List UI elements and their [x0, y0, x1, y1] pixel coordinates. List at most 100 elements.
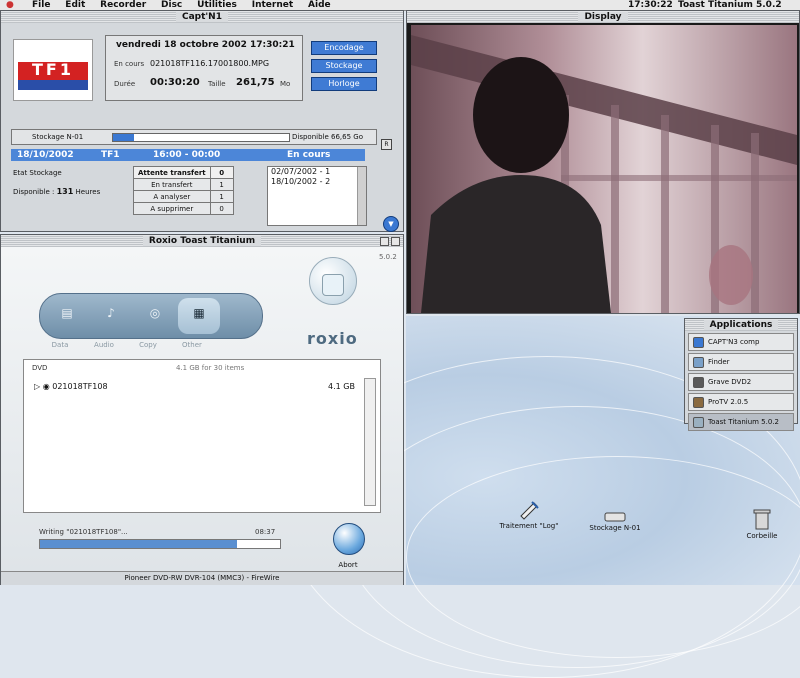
apple-menu-icon[interactable]: ● — [6, 0, 14, 10]
transfer-count: 0 — [209, 166, 234, 179]
menu-aide[interactable]: Aide — [308, 0, 331, 10]
disc-summary: 4.1 GB for 30 items — [176, 364, 245, 372]
desktop-icon-label: Corbeille — [746, 532, 778, 540]
transfer-label: Attente transfert — [133, 166, 211, 179]
toast-mode-tabs: ▤ ♪ ◎ ▦ — [39, 293, 263, 339]
horloge-button[interactable]: Horloge — [311, 77, 377, 91]
transfer-count: 1 — [209, 178, 234, 191]
app-item-label: Finder — [708, 358, 730, 366]
app-item-label: CAPT'N3 comp — [708, 338, 760, 346]
toast-icon — [693, 416, 704, 428]
app-item-label: Toast Titanium 5.0.2 — [708, 418, 779, 426]
schedule-channel: TF1 — [101, 150, 120, 160]
application-icon — [693, 336, 704, 348]
encodage-button[interactable]: Encodage — [311, 41, 377, 55]
collapse-box-icon[interactable] — [391, 237, 400, 246]
storage-free-space: Disponible 66,65 Go — [292, 133, 363, 141]
abort-button[interactable] — [333, 523, 365, 555]
captn-titlebar[interactable]: Capt'N1 — [1, 11, 403, 23]
desktop-icon-trash[interactable]: Corbeille — [738, 508, 786, 540]
table-row[interactable]: A analyser 1 — [133, 190, 234, 203]
disc-contents-panel[interactable]: DVD 4.1 GB for 30 items ▷ ◉ 021018TF108 … — [23, 359, 381, 513]
display-window: Display — [406, 10, 800, 314]
tab-audio-label: Audio — [94, 341, 114, 349]
application-menu[interactable]: Toast Titanium 5.0.2 — [678, 0, 782, 10]
tab-audio[interactable]: ♪ — [90, 298, 132, 334]
list-item[interactable]: 02/07/2002 - 1 — [268, 167, 366, 177]
desktop-icon-traitement-log[interactable]: Traitement "Log" — [492, 500, 566, 530]
finder-icon — [693, 356, 704, 368]
current-schedule-row[interactable]: 18/10/2002 TF1 16:00 - 00:00 En cours — [11, 149, 365, 161]
recording-dates-list[interactable]: 02/07/2002 - 1 18/10/2002 - 2 — [267, 166, 367, 226]
table-row[interactable]: En transfert 1 — [133, 178, 234, 191]
menu-utilities[interactable]: Utilities — [197, 0, 237, 10]
music-note-icon: ♪ — [107, 306, 115, 320]
disponible-label: Disponible : — [13, 188, 55, 196]
display-titlebar[interactable]: Display — [407, 11, 799, 23]
document-icon: ▤ — [61, 306, 73, 320]
writing-time: 08:37 — [255, 528, 276, 536]
writing-progress-fill — [40, 540, 237, 548]
taille-unit: Mo — [280, 80, 291, 88]
storage-label: Stockage N-01 — [32, 133, 84, 141]
options-button[interactable]: R — [381, 139, 392, 150]
desktop-icon-label: Traitement "Log" — [499, 522, 559, 530]
schedule-date: 18/10/2002 — [17, 150, 74, 160]
writing-progress-bar — [39, 539, 281, 549]
list-item[interactable]: 18/10/2002 - 2 — [268, 177, 366, 187]
schedule-status: En cours — [287, 150, 331, 160]
zoom-box-icon[interactable] — [380, 237, 389, 246]
disc-list-scrollbar[interactable] — [364, 378, 376, 506]
menu-disc[interactable]: Disc — [161, 0, 182, 10]
etat-stockage-label: Etat Stockage — [13, 169, 62, 177]
discs-icon: ◎ — [149, 306, 161, 320]
desktop-icon-label: Stockage N-01 — [589, 524, 641, 532]
app-item-finder[interactable]: Finder — [688, 353, 794, 371]
expand-chevron-icon[interactable]: ▼ — [383, 216, 399, 232]
disc-icon: ◉ — [42, 382, 50, 391]
list-item[interactable]: ▷ ◉ 021018TF108 — [34, 382, 108, 391]
app-item-label: Grave DVD2 — [708, 378, 752, 386]
stockage-button[interactable]: Stockage — [311, 59, 377, 73]
transfer-label: A analyser — [133, 190, 211, 203]
menubar-clock: 17:30:22 — [628, 0, 673, 10]
device-status-bar: Pioneer DVD-RW DVR-104 (MMC3) - FireWire — [1, 571, 403, 585]
video-frame-image — [411, 25, 797, 313]
applications-palette: Applications CAPT'N3 comp Finder Grave D… — [684, 318, 798, 431]
tf1-logo-text: TF1 — [32, 60, 74, 79]
other-format-icon: ▦ — [193, 306, 205, 320]
disclosure-triangle-icon[interactable]: ▷ — [34, 382, 40, 391]
storage-progress-bar — [112, 133, 290, 142]
tab-other[interactable]: ▦ — [178, 298, 220, 334]
hard-drive-icon — [604, 512, 626, 522]
video-preview — [411, 25, 797, 313]
toast-titlebar[interactable]: Roxio Toast Titanium — [1, 235, 403, 247]
desktop-icon-stockage[interactable]: Stockage N-01 — [582, 512, 648, 532]
menu-recorder[interactable]: Recorder — [100, 0, 146, 10]
app-item-toast-titanium[interactable]: Toast Titanium 5.0.2 — [688, 413, 794, 431]
taille-label: Taille — [208, 80, 226, 88]
toast-title: Roxio Toast Titanium — [142, 236, 262, 246]
toast-logo-icon — [309, 257, 357, 305]
app-item-grave-dvd2[interactable]: Grave DVD2 — [688, 373, 794, 391]
script-icon — [518, 500, 540, 520]
applications-titlebar[interactable]: Applications — [685, 319, 797, 331]
tab-data[interactable]: ▤ — [46, 298, 88, 334]
tab-data-label: Data — [51, 341, 69, 349]
table-row[interactable]: Attente transfert 0 — [133, 166, 234, 179]
menu-file[interactable]: File — [32, 0, 50, 10]
disc-type: DVD — [32, 364, 48, 372]
menu-internet[interactable]: Internet — [252, 0, 293, 10]
app-item-captn3[interactable]: CAPT'N3 comp — [688, 333, 794, 351]
abort-label: Abort — [338, 561, 358, 569]
transfer-count: 1 — [209, 190, 234, 203]
tab-copy[interactable]: ◎ — [134, 298, 176, 334]
menu-edit[interactable]: Edit — [65, 0, 85, 10]
recording-info-panel: vendredi 18 octobre 2002 17:30:21 En cou… — [105, 35, 303, 101]
table-row[interactable]: A supprimer 0 — [133, 202, 234, 215]
storage-progress-fill — [113, 134, 135, 141]
tf1-logo: TF1 — [13, 39, 93, 101]
app-item-protv[interactable]: ProTV 2.0.5 — [688, 393, 794, 411]
dates-scrollbar[interactable] — [357, 167, 366, 225]
item-size: 4.1 GB — [328, 382, 355, 391]
